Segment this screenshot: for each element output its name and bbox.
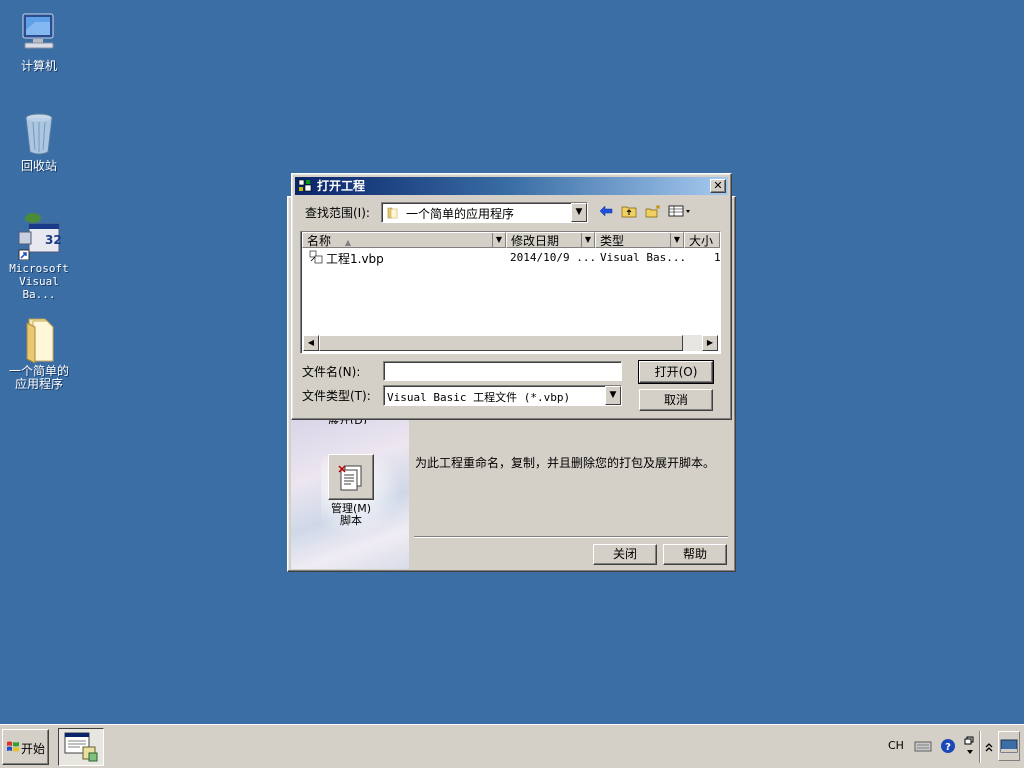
filetype-label: 文件类型(T):: [302, 389, 371, 403]
desktop-icon-label: Microsoft Visual Ba...: [9, 262, 69, 301]
desktop-icon-computer[interactable]: 计算机: [1, 10, 77, 73]
start-label: 开始: [21, 742, 46, 756]
computer-icon: [15, 10, 63, 58]
vb-project-icon: [298, 179, 312, 192]
windows-logo-icon: [7, 741, 19, 752]
up-folder-button[interactable]: [618, 202, 640, 220]
up-folder-icon: [621, 206, 637, 218]
manage-scripts-button[interactable]: [328, 454, 374, 500]
look-in-value: 一个简单的应用程序: [406, 207, 515, 221]
help-icon[interactable]: ?: [940, 738, 956, 754]
open-project-dialog: 打开工程 ✕ 查找范围(I): 一个简单的应用程序 ▼ 名称 ▲ ▼ 修改日期 …: [291, 173, 732, 420]
filetype-value: Visual Basic 工程文件 (*.vbp): [387, 391, 571, 404]
manage-scripts-label: 管理(M) 脚本: [330, 502, 372, 527]
scroll-right-icon[interactable]: ▶: [702, 335, 718, 351]
svg-text:?: ?: [945, 742, 951, 753]
dialog-close-button[interactable]: ✕: [710, 179, 726, 193]
desktop-icon-label: 计算机: [20, 59, 57, 73]
file-modified: 2014/10/9 ...: [510, 251, 597, 264]
new-folder-button[interactable]: [642, 202, 664, 220]
close-button[interactable]: 关闭: [593, 544, 657, 565]
input-language-indicator[interactable]: CH: [888, 739, 904, 752]
look-in-combo[interactable]: 一个简单的应用程序 ▼: [381, 202, 588, 223]
look-in-label: 查找范围(I):: [305, 206, 370, 220]
svg-text:32: 32: [45, 233, 62, 247]
vb-window-icon: [64, 732, 98, 762]
back-arrow-icon: [599, 205, 613, 217]
recycle-bin-icon: [15, 110, 63, 158]
taskbar-item-vb[interactable]: [58, 728, 104, 766]
desktop-icon-folder[interactable]: 一个简单的应用程序: [1, 315, 77, 391]
chevron-down-icon[interactable]: ▼: [571, 203, 587, 222]
open-button[interactable]: 打开(O): [638, 360, 714, 384]
dialog-title: 打开工程: [317, 179, 366, 193]
filename-label: 文件名(N):: [302, 365, 361, 379]
system-tray: CH ?: [882, 729, 1022, 765]
show-hidden-icons-icon[interactable]: [985, 741, 993, 753]
visual-basic-icon: 32: [15, 212, 63, 261]
file-name: 工程1.vbp: [326, 252, 384, 266]
filename-input[interactable]: [383, 361, 622, 381]
show-desktop-icon: [1000, 739, 1018, 753]
start-button[interactable]: 开始: [2, 729, 49, 765]
scripts-icon: [338, 465, 362, 491]
chevron-down-icon[interactable]: ▼: [605, 386, 621, 405]
desktop-icon-label: 一个简单的应用程序: [8, 364, 69, 391]
filetype-combo[interactable]: Visual Basic 工程文件 (*.vbp) ▼: [383, 385, 622, 406]
dialog-titlebar[interactable]: 打开工程 ✕: [295, 177, 728, 195]
wizard-separator: [414, 536, 728, 538]
view-menu-button[interactable]: [666, 202, 694, 220]
tray-separator: [979, 731, 981, 763]
cancel-button[interactable]: 取消: [639, 389, 713, 411]
restore-down-icon[interactable]: [964, 736, 976, 756]
scrollbar-thumb[interactable]: [319, 335, 683, 351]
file-row[interactable]: 工程1.vbp 2014/10/9 ... Visual Bas... 1: [301, 232, 721, 266]
file-list[interactable]: 名称 ▲ ▼ 修改日期 ▼ 类型 ▼ 大小 工程1.vbp 2014/10/9 …: [300, 231, 721, 354]
file-type: Visual Bas...: [600, 251, 687, 264]
back-button[interactable]: [595, 202, 617, 220]
folder-icon: [15, 315, 63, 364]
file-size: 1: [714, 251, 721, 264]
desktop-icon-visual-basic[interactable]: 32 Microsoft Visual Ba...: [1, 212, 77, 301]
wizard-description: 为此工程重命名，复制，并且删除您的打包及展开脚本。: [415, 456, 716, 470]
taskbar: 开始 CH ?: [0, 724, 1024, 768]
desktop-icon-recycle-bin[interactable]: 回收站: [1, 110, 77, 173]
scroll-left-icon[interactable]: ◀: [303, 335, 319, 351]
help-button[interactable]: 帮助: [663, 544, 727, 565]
new-folder-icon: [645, 205, 660, 218]
show-desktop-button[interactable]: [998, 731, 1020, 761]
view-menu-icon: [668, 205, 690, 217]
folder-icon: [387, 207, 398, 219]
horizontal-scrollbar[interactable]: ◀ ▶: [303, 335, 718, 351]
vbp-file-icon: [309, 250, 323, 264]
keyboard-icon[interactable]: [914, 739, 932, 753]
desktop-icon-label: 回收站: [20, 159, 57, 173]
